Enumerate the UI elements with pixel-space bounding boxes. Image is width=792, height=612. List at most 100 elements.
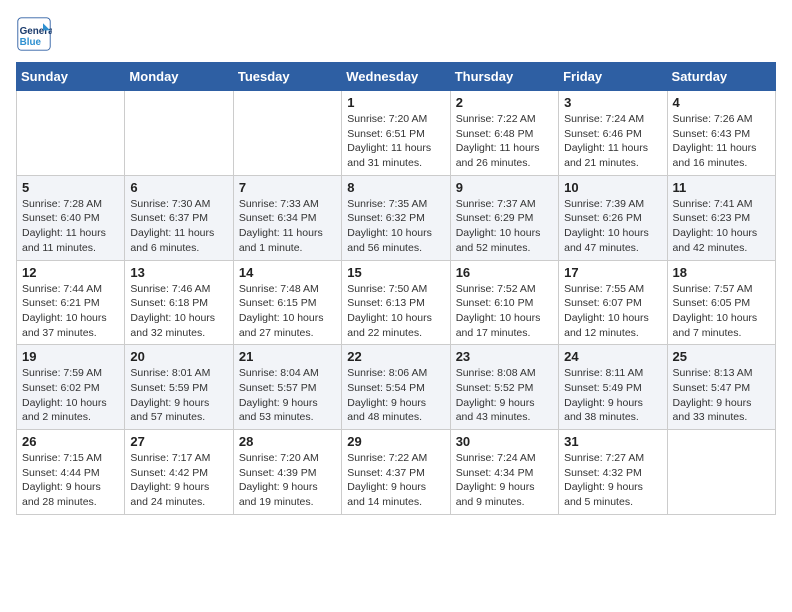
day-number: 31 bbox=[564, 434, 661, 449]
empty-cell bbox=[125, 91, 233, 176]
day-info: Sunrise: 7:22 AM Sunset: 4:37 PM Dayligh… bbox=[347, 451, 444, 510]
day-info: Sunrise: 7:20 AM Sunset: 6:51 PM Dayligh… bbox=[347, 112, 444, 171]
day-cell-18: 18 Sunrise: 7:57 AM Sunset: 6:05 PM Dayli… bbox=[667, 260, 775, 345]
day-number: 14 bbox=[239, 265, 336, 280]
day-info: Sunrise: 7:22 AM Sunset: 6:48 PM Dayligh… bbox=[456, 112, 553, 171]
day-number: 4 bbox=[673, 95, 770, 110]
day-number: 24 bbox=[564, 349, 661, 364]
day-cell-8: 8 Sunrise: 7:35 AM Sunset: 6:32 PM Daylig… bbox=[342, 175, 450, 260]
day-number: 21 bbox=[239, 349, 336, 364]
day-info: Sunrise: 7:24 AM Sunset: 4:34 PM Dayligh… bbox=[456, 451, 553, 510]
day-number: 15 bbox=[347, 265, 444, 280]
day-number: 1 bbox=[347, 95, 444, 110]
day-cell-2: 2 Sunrise: 7:22 AM Sunset: 6:48 PM Daylig… bbox=[450, 91, 558, 176]
day-cell-17: 17 Sunrise: 7:55 AM Sunset: 6:07 PM Dayli… bbox=[559, 260, 667, 345]
day-info: Sunrise: 7:41 AM Sunset: 6:23 PM Dayligh… bbox=[673, 197, 770, 256]
day-number: 27 bbox=[130, 434, 227, 449]
day-number: 5 bbox=[22, 180, 119, 195]
day-info: Sunrise: 7:46 AM Sunset: 6:18 PM Dayligh… bbox=[130, 282, 227, 341]
day-number: 18 bbox=[673, 265, 770, 280]
day-cell-16: 16 Sunrise: 7:52 AM Sunset: 6:10 PM Dayli… bbox=[450, 260, 558, 345]
day-info: Sunrise: 7:59 AM Sunset: 6:02 PM Dayligh… bbox=[22, 366, 119, 425]
day-number: 2 bbox=[456, 95, 553, 110]
day-cell-23: 23 Sunrise: 8:08 AM Sunset: 5:52 PM Dayli… bbox=[450, 345, 558, 430]
day-number: 6 bbox=[130, 180, 227, 195]
day-cell-28: 28Sunrise: 7:20 AM Sunset: 4:39 PM Dayli… bbox=[233, 430, 341, 515]
logo-icon: General Blue bbox=[16, 16, 52, 52]
day-info: Sunrise: 7:44 AM Sunset: 6:21 PM Dayligh… bbox=[22, 282, 119, 341]
day-number: 7 bbox=[239, 180, 336, 195]
day-info: Sunrise: 8:13 AM Sunset: 5:47 PM Dayligh… bbox=[673, 366, 770, 425]
day-info: Sunrise: 8:06 AM Sunset: 5:54 PM Dayligh… bbox=[347, 366, 444, 425]
day-number: 17 bbox=[564, 265, 661, 280]
day-cell-31: 31Sunrise: 7:27 AM Sunset: 4:32 PM Dayli… bbox=[559, 430, 667, 515]
day-number: 9 bbox=[456, 180, 553, 195]
day-cell-15: 15Sunrise: 7:50 AM Sunset: 6:13 PM Dayli… bbox=[342, 260, 450, 345]
day-info: Sunrise: 8:11 AM Sunset: 5:49 PM Dayligh… bbox=[564, 366, 661, 425]
day-info: Sunrise: 7:24 AM Sunset: 6:46 PM Dayligh… bbox=[564, 112, 661, 171]
day-info: Sunrise: 7:15 AM Sunset: 4:44 PM Dayligh… bbox=[22, 451, 119, 510]
column-header-friday: Friday bbox=[559, 63, 667, 91]
day-cell-6: 6Sunrise: 7:30 AM Sunset: 6:37 PM Daylig… bbox=[125, 175, 233, 260]
day-info: Sunrise: 7:57 AM Sunset: 6:05 PM Dayligh… bbox=[673, 282, 770, 341]
day-number: 12 bbox=[22, 265, 119, 280]
column-header-wednesday: Wednesday bbox=[342, 63, 450, 91]
day-number: 20 bbox=[130, 349, 227, 364]
week-row-2: 5 Sunrise: 7:28 AM Sunset: 6:40 PM Daylig… bbox=[17, 175, 776, 260]
day-info: Sunrise: 7:37 AM Sunset: 6:29 PM Dayligh… bbox=[456, 197, 553, 256]
day-info: Sunrise: 7:28 AM Sunset: 6:40 PM Dayligh… bbox=[22, 197, 119, 256]
day-number: 26 bbox=[22, 434, 119, 449]
day-number: 23 bbox=[456, 349, 553, 364]
day-info: Sunrise: 7:17 AM Sunset: 4:42 PM Dayligh… bbox=[130, 451, 227, 510]
day-number: 19 bbox=[22, 349, 119, 364]
day-cell-30: 30 Sunrise: 7:24 AM Sunset: 4:34 PM Dayli… bbox=[450, 430, 558, 515]
day-number: 3 bbox=[564, 95, 661, 110]
day-number: 16 bbox=[456, 265, 553, 280]
day-info: Sunrise: 8:04 AM Sunset: 5:57 PM Dayligh… bbox=[239, 366, 336, 425]
day-info: Sunrise: 7:48 AM Sunset: 6:15 PM Dayligh… bbox=[239, 282, 336, 341]
day-cell-11: 11Sunrise: 7:41 AM Sunset: 6:23 PM Dayli… bbox=[667, 175, 775, 260]
day-cell-10: 10Sunrise: 7:39 AM Sunset: 6:26 PM Dayli… bbox=[559, 175, 667, 260]
day-info: Sunrise: 7:52 AM Sunset: 6:10 PM Dayligh… bbox=[456, 282, 553, 341]
calendar-table: SundayMondayTuesdayWednesdayThursdayFrid… bbox=[16, 62, 776, 515]
day-number: 10 bbox=[564, 180, 661, 195]
week-row-1: 1 Sunrise: 7:20 AM Sunset: 6:51 PM Daylig… bbox=[17, 91, 776, 176]
day-cell-20: 20Sunrise: 8:01 AM Sunset: 5:59 PM Dayli… bbox=[125, 345, 233, 430]
day-cell-19: 19 Sunrise: 7:59 AM Sunset: 6:02 PM Dayli… bbox=[17, 345, 125, 430]
day-cell-21: 21 Sunrise: 8:04 AM Sunset: 5:57 PM Dayli… bbox=[233, 345, 341, 430]
day-number: 28 bbox=[239, 434, 336, 449]
day-cell-25: 25 Sunrise: 8:13 AM Sunset: 5:47 PM Dayli… bbox=[667, 345, 775, 430]
day-cell-27: 27 Sunrise: 7:17 AM Sunset: 4:42 PM Dayli… bbox=[125, 430, 233, 515]
day-cell-5: 5 Sunrise: 7:28 AM Sunset: 6:40 PM Daylig… bbox=[17, 175, 125, 260]
day-number: 13 bbox=[130, 265, 227, 280]
day-info: Sunrise: 7:26 AM Sunset: 6:43 PM Dayligh… bbox=[673, 112, 770, 171]
day-info: Sunrise: 7:33 AM Sunset: 6:34 PM Dayligh… bbox=[239, 197, 336, 256]
day-number: 22 bbox=[347, 349, 444, 364]
column-header-saturday: Saturday bbox=[667, 63, 775, 91]
calendar-header-row: SundayMondayTuesdayWednesdayThursdayFrid… bbox=[17, 63, 776, 91]
empty-cell bbox=[667, 430, 775, 515]
day-cell-9: 9 Sunrise: 7:37 AM Sunset: 6:29 PM Daylig… bbox=[450, 175, 558, 260]
page-header: General Blue bbox=[16, 16, 776, 52]
week-row-4: 19 Sunrise: 7:59 AM Sunset: 6:02 PM Dayli… bbox=[17, 345, 776, 430]
logo: General Blue bbox=[16, 16, 56, 52]
column-header-monday: Monday bbox=[125, 63, 233, 91]
column-header-thursday: Thursday bbox=[450, 63, 558, 91]
week-row-5: 26 Sunrise: 7:15 AM Sunset: 4:44 PM Dayli… bbox=[17, 430, 776, 515]
day-number: 29 bbox=[347, 434, 444, 449]
day-info: Sunrise: 7:55 AM Sunset: 6:07 PM Dayligh… bbox=[564, 282, 661, 341]
day-cell-26: 26 Sunrise: 7:15 AM Sunset: 4:44 PM Dayli… bbox=[17, 430, 125, 515]
day-info: Sunrise: 8:08 AM Sunset: 5:52 PM Dayligh… bbox=[456, 366, 553, 425]
day-number: 25 bbox=[673, 349, 770, 364]
day-number: 30 bbox=[456, 434, 553, 449]
day-cell-13: 13 Sunrise: 7:46 AM Sunset: 6:18 PM Dayli… bbox=[125, 260, 233, 345]
day-number: 8 bbox=[347, 180, 444, 195]
day-info: Sunrise: 7:35 AM Sunset: 6:32 PM Dayligh… bbox=[347, 197, 444, 256]
week-row-3: 12 Sunrise: 7:44 AM Sunset: 6:21 PM Dayli… bbox=[17, 260, 776, 345]
day-cell-22: 22 Sunrise: 8:06 AM Sunset: 5:54 PM Dayli… bbox=[342, 345, 450, 430]
day-cell-12: 12 Sunrise: 7:44 AM Sunset: 6:21 PM Dayli… bbox=[17, 260, 125, 345]
day-cell-29: 29 Sunrise: 7:22 AM Sunset: 4:37 PM Dayli… bbox=[342, 430, 450, 515]
day-cell-7: 7 Sunrise: 7:33 AM Sunset: 6:34 PM Daylig… bbox=[233, 175, 341, 260]
day-cell-14: 14 Sunrise: 7:48 AM Sunset: 6:15 PM Dayli… bbox=[233, 260, 341, 345]
day-cell-1: 1 Sunrise: 7:20 AM Sunset: 6:51 PM Daylig… bbox=[342, 91, 450, 176]
